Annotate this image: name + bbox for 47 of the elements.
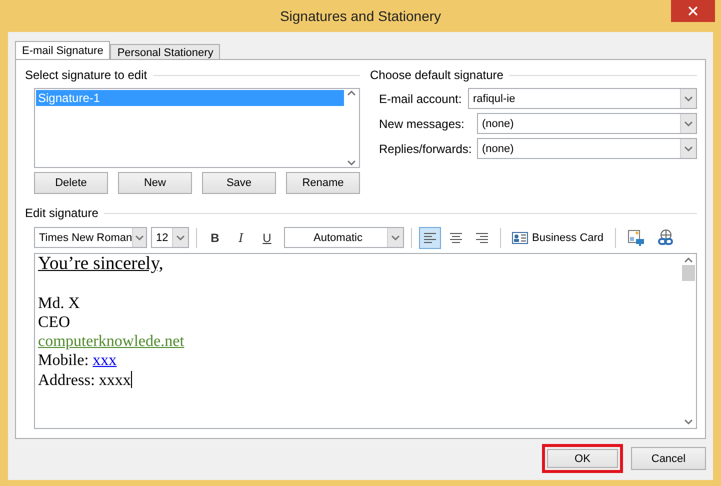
- font-dropdown[interactable]: Times New Roman: [34, 227, 147, 248]
- size-dropdown[interactable]: 12: [151, 227, 189, 248]
- signature-text: You’re sincerely,: [38, 254, 164, 274]
- field-label: E-mail account:: [379, 92, 462, 106]
- signature-button[interactable]: Delete: [34, 172, 108, 194]
- color-dropdown[interactable]: Automatic: [284, 227, 404, 248]
- dropdown-field[interactable]: (none): [477, 113, 697, 134]
- section-label: Edit signature: [25, 206, 98, 220]
- bold-button[interactable]: B: [204, 226, 226, 248]
- signature-editor[interactable]: You’re sincerely, Md. X CEO computerknowlede.net Mobile: xxx Address: xxxx: [34, 253, 697, 429]
- signature-button[interactable]: New: [118, 172, 192, 194]
- signature-button[interactable]: Rename: [286, 172, 360, 194]
- card-icon: [512, 232, 528, 244]
- signature-text: Md. X: [38, 294, 80, 312]
- window-title: Signatures and Stationery: [280, 8, 442, 24]
- phone-link[interactable]: xxx: [92, 352, 117, 370]
- dropdown-field[interactable]: (none): [477, 138, 697, 159]
- scroll-down-icon[interactable]: [346, 160, 356, 166]
- website-link[interactable]: computerknowlede.net: [38, 333, 184, 350]
- section-label: Choose default signature: [370, 68, 504, 82]
- dropdown-field[interactable]: rafiqul-ie: [468, 88, 697, 109]
- dialog-button[interactable]: OK: [542, 444, 623, 473]
- scrollbar-thumb[interactable]: [682, 265, 694, 281]
- signature-button[interactable]: Save: [202, 172, 276, 194]
- signature-text: Address: xxxx: [38, 372, 131, 389]
- close-button[interactable]: [671, 0, 715, 22]
- align-right-icon: [475, 232, 489, 244]
- close-icon: [688, 6, 698, 16]
- align-left-icon: [423, 232, 437, 244]
- signature-text: Mobile:: [38, 352, 89, 370]
- scroll-down-icon[interactable]: [684, 419, 692, 425]
- align-center-icon: [449, 232, 463, 244]
- tab[interactable]: E-mail Signature: [15, 41, 110, 59]
- dialog-button[interactable]: Cancel: [631, 447, 706, 470]
- tab[interactable]: Personal Stationery: [110, 44, 220, 59]
- business-card-button[interactable]: Business Card: [508, 226, 608, 248]
- underline-button[interactable]: U: [256, 226, 278, 248]
- field-label: New messages:: [379, 116, 464, 130]
- scroll-up-icon[interactable]: [684, 257, 692, 263]
- globe-link-icon: [656, 228, 675, 246]
- scroll-up-icon[interactable]: [346, 90, 356, 96]
- signature-text: CEO: [38, 314, 70, 331]
- field-label: Replies/forwards:: [379, 142, 472, 156]
- italic-button[interactable]: I: [230, 226, 252, 248]
- picture-monitor-icon: [626, 228, 645, 246]
- section-label: Select signature to edit: [25, 68, 148, 82]
- align-button[interactable]: [419, 226, 441, 248]
